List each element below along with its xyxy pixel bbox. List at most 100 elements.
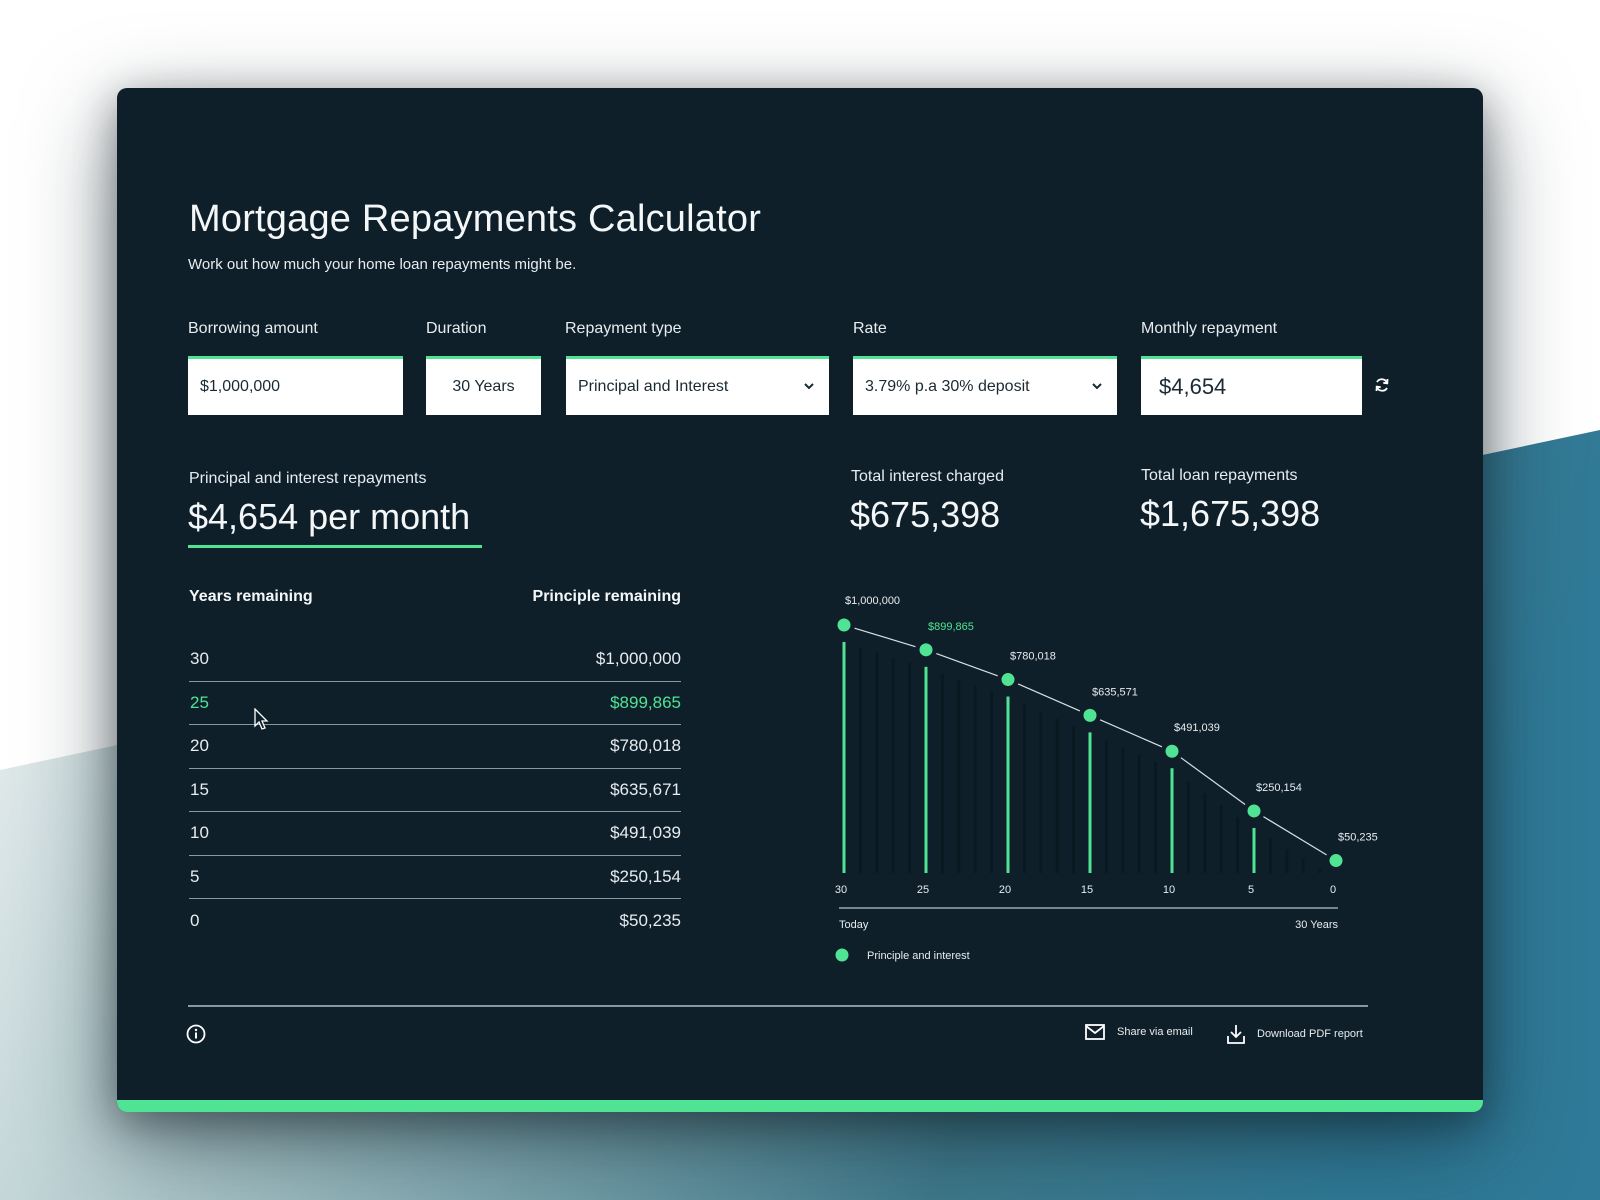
minor-bar [990,691,994,873]
page-title: Mortgage Repayments Calculator [189,198,762,240]
principle-chart: $1,000,000 30 $899,865 25 $780,018 20 $635,571… [835,595,1378,962]
rate-value: 3.79% p.a 30% deposit [865,378,1030,395]
principle-remaining-cell: $250,154 [610,866,681,886]
data-point [1083,708,1097,722]
years-remaining-header: Years remaining [189,588,313,605]
mail-icon [1085,1024,1105,1040]
download-pdf-label: Download PDF report [1257,1028,1363,1040]
page-subtitle: Work out how much your home loan repayme… [188,256,577,273]
minor-bar [1318,868,1322,873]
minor-bar [1137,754,1141,873]
table-row[interactable]: 10 $491,039 [189,812,681,856]
table-row[interactable]: 5 $250,154 [189,856,681,899]
minor-bar [1104,740,1108,873]
principle-remaining-cell: $899,865 [610,692,681,712]
series-line-segment [1180,757,1246,805]
repayments-underline [188,545,482,548]
minor-bar [1154,762,1158,873]
principle-remaining-cell: $780,018 [610,736,681,756]
duration-field[interactable] [426,356,541,415]
data-label: $250,154 [1256,782,1302,794]
data-label: $899,865 [928,621,974,633]
repayment-type-label: Repayment type [565,320,682,337]
data-label: $780,018 [1010,651,1056,663]
series-line-segment [936,653,998,677]
refresh-icon[interactable] [1373,376,1391,394]
years-remaining-cell: 20 [190,736,209,756]
minor-bar [1236,817,1240,873]
minor-bar [1022,704,1026,873]
data-point [1329,854,1343,868]
minor-bar [957,679,961,873]
download-pdf-button[interactable]: Download PDF report [1227,1024,1363,1044]
rate-label: Rate [853,320,887,337]
data-label: $50,235 [1338,832,1378,844]
data-label: $1,000,000 [845,595,900,607]
minor-bar [1039,711,1043,873]
major-bar [1006,696,1010,873]
x-axis-end-label: 30 Years [1295,919,1338,931]
data-point [1001,673,1015,687]
data-point [837,618,851,632]
principle-remaining-header: Principle remaining [532,588,681,605]
principle-remaining-cell: $50,235 [619,910,681,930]
major-bar [1088,732,1092,873]
monthly-repayment-field[interactable] [1141,356,1362,415]
years-remaining-cell: 30 [190,649,209,669]
repayments-label: Principal and interest repayments [189,470,427,487]
series-line-segment [854,627,916,648]
minor-bar [1268,838,1272,873]
chevron-down-icon [1092,383,1102,390]
duration-label: Duration [426,320,487,337]
minor-bar [1186,781,1190,873]
table-row[interactable]: 15 $635,671 [189,769,681,812]
share-via-email-button[interactable]: Share via email [1085,1024,1193,1040]
borrowing-amount-field[interactable] [188,356,403,415]
x-tick-label: 25 [917,884,929,896]
borrowing-amount-input[interactable] [200,378,403,396]
minor-bar [1203,793,1207,873]
series-line-segment [1099,719,1163,748]
total-interest-value: $675,398 [850,494,1001,535]
borrowing-amount-label: Borrowing amount [188,320,318,337]
x-tick-label: 10 [1163,884,1175,896]
footer-divider [188,1005,1368,1007]
accent-bottom-bar [117,1100,1483,1112]
total-loan-value: $1,675,398 [1140,493,1321,534]
total-interest-label: Total interest charged [851,468,1004,485]
principle-remaining-cell: $491,039 [610,823,681,843]
table-row[interactable]: 30 $1,000,000 [189,638,681,682]
major-bar [842,642,846,873]
principle-remaining-cell: $635,671 [610,779,681,799]
minor-bar [973,685,977,873]
years-remaining-cell: 0 [190,910,200,930]
calculator-window: Mortgage Repayments Calculator Work out … [117,88,1483,1112]
data-point [1247,804,1261,818]
data-point [1165,744,1179,758]
x-tick-label: 30 [835,884,847,896]
minor-bar [940,673,944,873]
mouse-cursor-icon [254,708,269,730]
principle-remaining-cell: $1,000,000 [595,649,681,669]
major-bar [1170,768,1174,873]
info-icon[interactable] [186,1024,206,1044]
minor-bar [1285,848,1289,873]
years-remaining-cell: 10 [190,823,209,843]
data-label: $491,039 [1174,722,1220,734]
major-bar [924,666,928,873]
x-axis-start-label: Today [839,919,869,931]
principle-table: Years remaining Principle remaining 30 $1… [189,588,681,943]
minor-bar [1055,719,1059,873]
x-tick-label: 5 [1248,884,1254,896]
legend-label: Principle and interest [867,950,970,962]
download-icon [1227,1025,1245,1044]
minor-bar [1072,726,1076,873]
table-row[interactable]: 0 $50,235 [189,899,681,943]
monthly-repayment-input[interactable] [1159,374,1362,400]
minor-bar [891,657,895,873]
share-via-email-label: Share via email [1117,1026,1193,1038]
rate-select[interactable]: 3.79% p.a 30% deposit [853,356,1117,415]
repayment-type-select[interactable]: Principal and Interest [566,356,829,415]
minor-bar [1219,805,1223,873]
duration-input[interactable] [426,378,541,396]
